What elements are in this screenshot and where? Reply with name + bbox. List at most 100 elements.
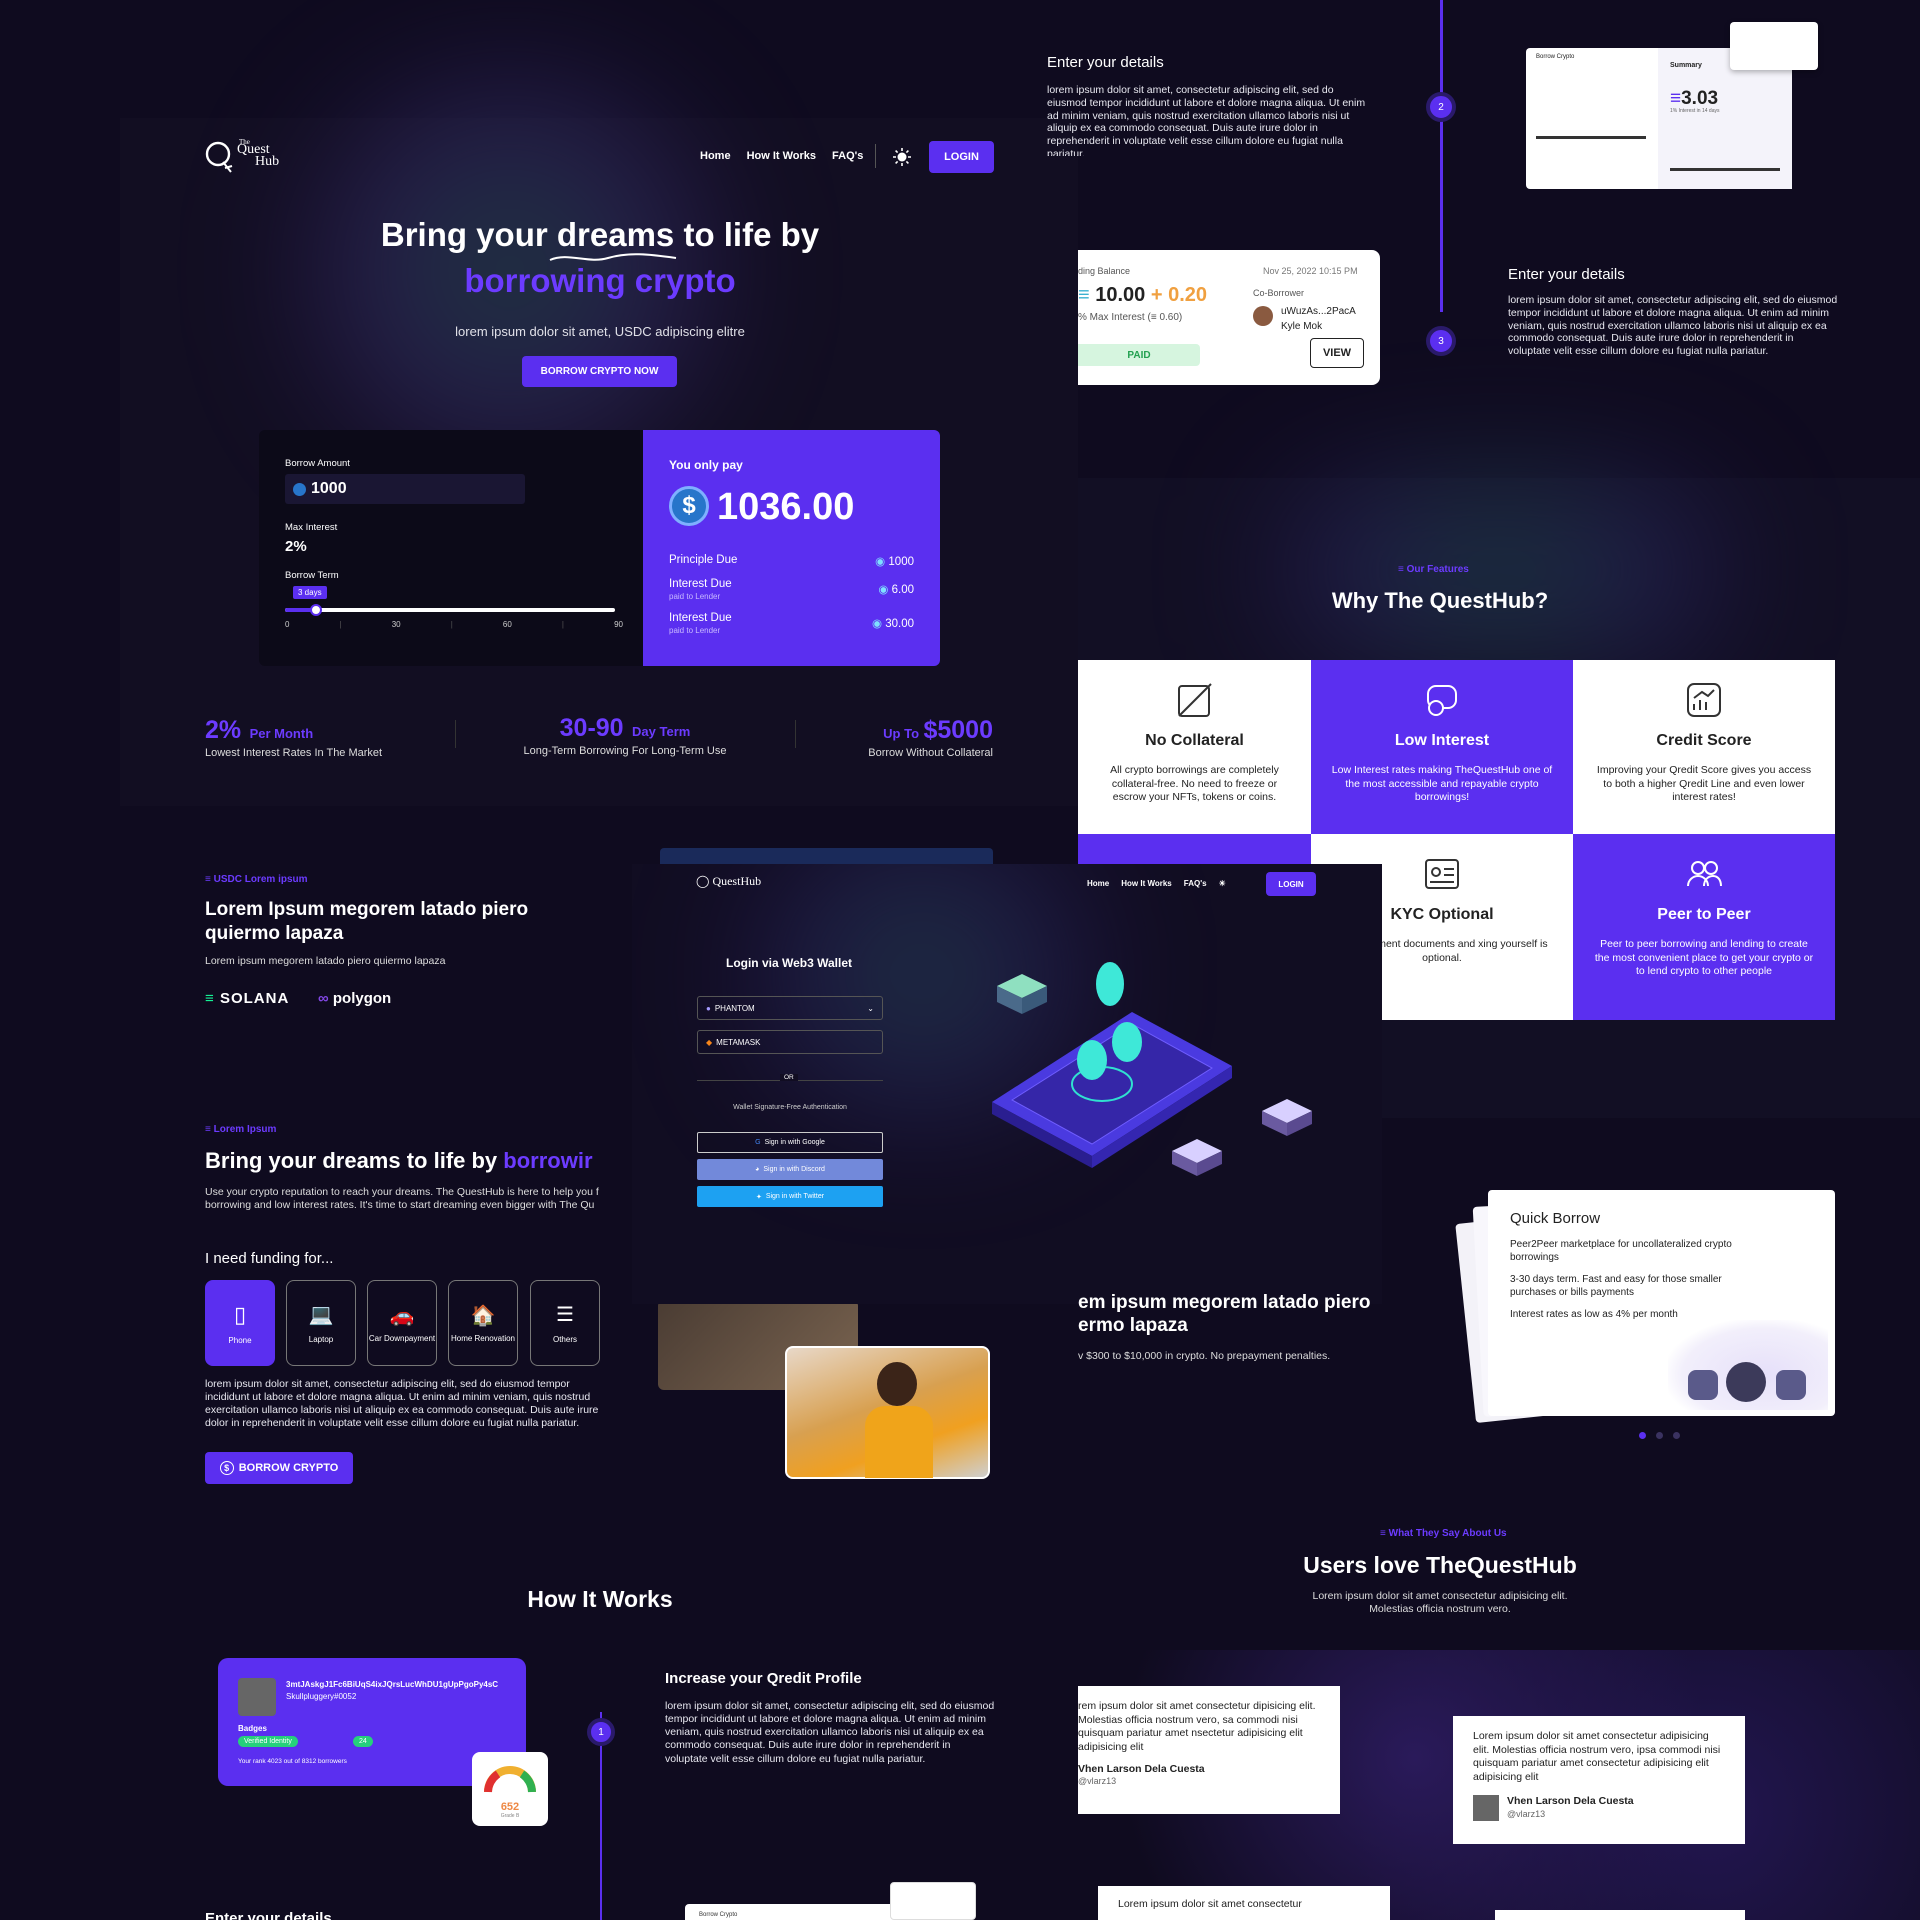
max-interest-label: Max Interest	[285, 522, 338, 533]
dot-1[interactable]	[1639, 1432, 1646, 1439]
home-icon: 🏠	[470, 1305, 496, 1327]
or-label: OR	[780, 1074, 798, 1081]
hero-title-dreams: dreams	[556, 216, 675, 253]
borrow-amount-input[interactable]: 1000	[285, 474, 525, 504]
nav-home[interactable]: Home	[700, 150, 731, 162]
coborrower-name: Kyle Mok	[1281, 321, 1323, 332]
brand-hub: Hub	[255, 154, 280, 169]
hero-title-part1: Bring your	[380, 216, 557, 253]
chip-laptop[interactable]: 💻 Laptop	[286, 1280, 356, 1366]
calculator-right: You only pay $ 1036.00 Principle Due ◉ 1…	[643, 430, 940, 666]
term-slider[interactable]	[285, 604, 615, 616]
phantom-icon: ●	[706, 1003, 711, 1013]
discord-signin-button[interactable]: ◕ Sign in with Discord	[697, 1159, 883, 1180]
dreams-tag: ≡ Lorem Ipsum	[205, 1124, 277, 1135]
quick-borrow-card: Quick Borrow Peer2Peer marketplace for u…	[1488, 1190, 1835, 1416]
chip-car[interactable]: 🚗 Car Downpayment	[367, 1280, 437, 1366]
calculator-left: Borrow Amount 1000 Max Interest 2% Borro…	[259, 430, 643, 666]
interest-due-sub: paid to Lender	[669, 592, 721, 601]
metamask-button[interactable]: ◆ METAMASK	[697, 1030, 883, 1054]
sig-free-label: Wallet Signature-Free Authentication	[733, 1104, 847, 1111]
phone-icon: ▯	[233, 1301, 247, 1327]
view-button[interactable]: VIEW	[1310, 338, 1364, 368]
testimonials-title: Users love TheQuestHub	[1303, 1552, 1577, 1578]
nav-how-it-works[interactable]: How It Works	[747, 150, 816, 162]
usdc-desc: Lorem ipsum megorem latado piero quiermo…	[205, 955, 446, 967]
twitter-signin-button[interactable]: ✦ Sign in with Twitter	[697, 1186, 883, 1207]
login-nav: Home How It Works FAQ's ☀	[1087, 879, 1226, 888]
term-slider-knob[interactable]	[309, 604, 322, 616]
dreams-title: Bring your dreams to life by borrowir	[205, 1148, 593, 1173]
step-3-badge: 3	[1426, 326, 1456, 356]
theme-toggle-icon[interactable]	[892, 147, 912, 167]
hero-title-part3: to life by	[674, 216, 820, 253]
paid-status-badge: PAID	[1078, 344, 1200, 366]
mini-user-popup	[890, 1882, 976, 1920]
principle-due-value: ◉ 1000	[875, 556, 914, 568]
borrow-term-label: Borrow Term	[285, 570, 339, 581]
testimonial-1-handle: @vlarz13	[1078, 1776, 1117, 1787]
testimonial-card-4	[1495, 1910, 1745, 1920]
borrow-crypto-button[interactable]: $ BORROW CRYPTO	[205, 1452, 353, 1484]
badges-label: Badges	[238, 1724, 267, 1733]
brand-logo[interactable]: The Quest Hub	[205, 138, 295, 174]
carousel-dots	[1639, 1432, 1680, 1439]
borrow-amount-label: Borrow Amount	[285, 458, 350, 469]
testimonial-2-avatar	[1473, 1794, 1499, 1821]
feature-low-interest-desc: Low Interest rates making TheQuestHub on…	[1331, 764, 1553, 804]
chip-home[interactable]: 🏠 Home Renovation	[448, 1280, 518, 1366]
feature-no-collateral-title: No Collateral	[1145, 732, 1244, 749]
max-interest-value: 2%	[285, 538, 307, 555]
chip-phone[interactable]: ▯ Phone	[205, 1280, 275, 1366]
dot-2[interactable]	[1656, 1432, 1663, 1439]
balance-date: Nov 25, 2022 10:15 PM	[1263, 266, 1358, 276]
verified-badge: Verified Identity	[238, 1736, 298, 1747]
how-title: How It Works	[527, 1586, 673, 1612]
profile-avatar	[238, 1678, 276, 1716]
login-nav-faqs[interactable]: FAQ's	[1184, 879, 1207, 888]
id-card-icon	[1425, 859, 1459, 889]
stat-term: 30-90 Day Term Long-Term Borrowing For L…	[510, 714, 740, 757]
login-nav-how[interactable]: How It Works	[1121, 879, 1172, 888]
login-theme-icon[interactable]: ☀	[1219, 879, 1226, 888]
step-bottom-title: Enter your details	[205, 1910, 332, 1920]
stat-amount-big: $5000	[923, 716, 993, 744]
balance-value: ≡ 10.00 + 0.20	[1078, 284, 1208, 306]
nav-faqs[interactable]: FAQ's	[832, 150, 863, 162]
stat-term-unit: Day Term	[632, 724, 691, 739]
timeline-line-2	[1440, 0, 1443, 312]
twitter-icon: ✦	[755, 1193, 762, 1201]
coborrower-label: Co-Borrower	[1253, 288, 1305, 298]
term-mini-slider	[1536, 136, 1646, 139]
you-only-pay-label: You only pay	[669, 458, 743, 472]
login-brand[interactable]: ◯ QuestHub	[696, 874, 761, 889]
balance-card: ding Balance Nov 25, 2022 10:15 PM ≡ 10.…	[1078, 250, 1380, 385]
dot-3[interactable]	[1673, 1432, 1680, 1439]
step-1-title: Increase your Qredit Profile	[665, 1670, 862, 1687]
chart-up-icon	[1687, 683, 1721, 717]
total-pay-value: 1036.00	[717, 486, 855, 528]
usdc-icon	[293, 482, 306, 496]
tick-0: 0	[285, 620, 290, 629]
login-button[interactable]: LOGIN	[929, 141, 994, 173]
step-1-badge: 1	[587, 1718, 615, 1746]
chip-others[interactable]: ☰ Others	[530, 1280, 600, 1366]
feature-credit-score-desc: Improving your Qredit Score gives you ac…	[1596, 764, 1812, 804]
feature-credit-score-title: Credit Score	[1656, 732, 1752, 749]
stat-divider-2	[795, 720, 796, 748]
login-modal-login-button[interactable]: LOGIN	[1266, 872, 1316, 896]
step-1-body: lorem ipsum dolor sit amet, consectetur …	[665, 1700, 995, 1765]
phantom-select[interactable]: ● PHANTOM ⌄	[697, 996, 883, 1020]
testimonial-2-name: Vhen Larson Dela Cuesta	[1507, 1794, 1634, 1807]
feature-no-collateral: No Collateral All crypto borrowings are …	[1078, 660, 1311, 834]
interest-due-value: ◉ 6.00	[878, 584, 914, 596]
login-nav-home[interactable]: Home	[1087, 879, 1109, 888]
rank-text: Your rank 4023 out of 8312 borrowers	[238, 1758, 347, 1765]
mini-wallet-popup	[1730, 22, 1818, 70]
interest-due-2-label: Interest Due	[669, 612, 732, 624]
testimonial-1-text: rem ipsum dolor sit amet consectetur dip…	[1078, 1700, 1316, 1753]
google-signin-button[interactable]: G Sign in with Google	[697, 1132, 883, 1153]
usdc-tag: ≡ USDC Lorem ipsum	[205, 874, 308, 885]
borrow-crypto-now-button[interactable]: BORROW CRYPTO NOW	[522, 356, 677, 387]
interest-due-label: Interest Due	[669, 578, 732, 590]
